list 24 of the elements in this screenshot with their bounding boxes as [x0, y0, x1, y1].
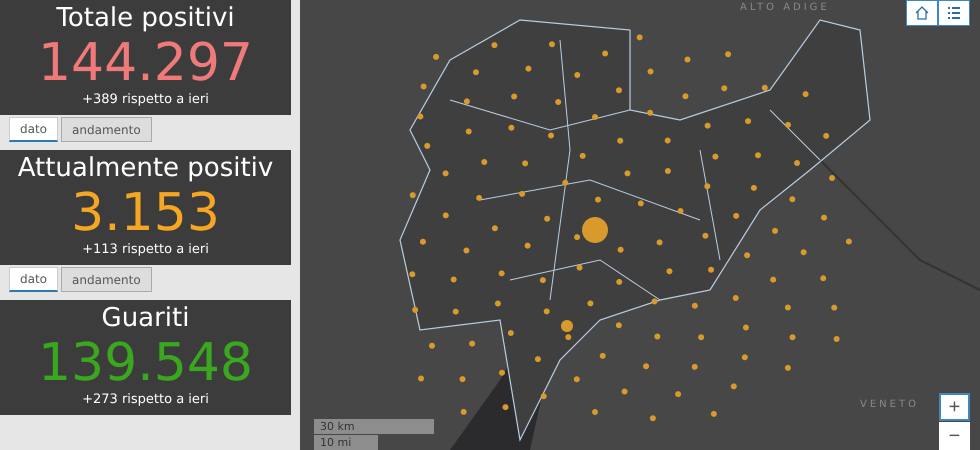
stat-delta: +113 rispetto a ieri	[82, 242, 209, 257]
legend-button[interactable]	[939, 1, 969, 25]
stat-value: 144.297	[38, 34, 254, 92]
stat-delta: +273 rispetto a ieri	[82, 392, 209, 407]
card-title: Attualmente positiv	[18, 152, 274, 184]
view-tab[interactable]: dato	[9, 117, 58, 142]
stat-delta: +389 rispetto a ieri	[82, 92, 209, 107]
region-label: VENETO	[860, 399, 919, 410]
map-view[interactable]: ALTO ADIGE VENETO 30 km 10 mi + −	[300, 0, 980, 450]
view-tab[interactable]: andamento	[61, 117, 152, 142]
list-icon	[947, 6, 961, 20]
view-tab[interactable]: dato	[9, 267, 58, 292]
scale-bar: 10 mi	[314, 435, 378, 450]
card-title: Totale positivi	[56, 2, 235, 34]
view-tab[interactable]: andamento	[61, 267, 152, 292]
zoom-out-button[interactable]: −	[939, 422, 970, 450]
stat-value: 3.153	[71, 184, 220, 242]
home-icon	[915, 6, 929, 20]
stat-value: 139.548	[38, 334, 254, 392]
scale-bar: 30 km	[314, 419, 434, 434]
zoom-in-button[interactable]: +	[939, 393, 970, 421]
region-label: ALTO ADIGE	[740, 2, 830, 13]
home-button[interactable]	[907, 1, 937, 25]
card-title: Guariti	[102, 302, 190, 334]
